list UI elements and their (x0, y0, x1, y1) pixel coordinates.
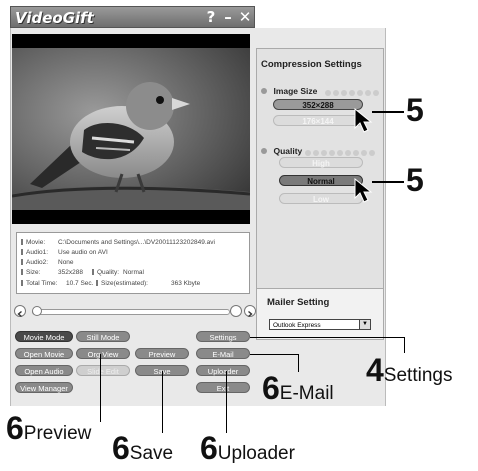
callout-line (250, 337, 404, 338)
callout-line (298, 354, 299, 372)
annotation-preview-number: 6 (6, 410, 24, 446)
mailer-setting-panel: Mailer Setting Outlook Express ▼ (256, 288, 384, 340)
annotation-save: 6Save (112, 432, 173, 464)
open-audio-button[interactable]: Open Audio (15, 365, 73, 376)
mailer-selected-value: Outlook Express (273, 322, 321, 329)
annotation-save-number: 6 (112, 430, 130, 466)
quality-value: Normal (123, 269, 144, 276)
quality-section-label: Quality (273, 146, 303, 156)
slide-edit-button[interactable]: Slide Edit (76, 365, 130, 376)
exit-button[interactable]: Exit (196, 382, 250, 393)
video-preview (11, 34, 251, 224)
total-time-label: Total Time: (26, 280, 58, 287)
size-label: Size: (26, 269, 41, 276)
section-bullet-icon (261, 148, 267, 154)
mailer-select[interactable]: Outlook Express ▼ (269, 319, 371, 330)
mailer-title: Mailer Setting (267, 297, 330, 308)
movie-path: C:\Documents and Settings\...\DV20011123… (58, 239, 215, 246)
callout-line (372, 111, 404, 113)
settings-button[interactable]: Settings (196, 331, 250, 342)
callout-line (404, 337, 405, 353)
uploader-button[interactable]: Uploader (196, 365, 250, 376)
left-arrow-icon (17, 310, 22, 318)
quality-option-low[interactable]: Low (279, 193, 363, 204)
size-estimated-label: Size(estimated): (101, 280, 148, 287)
callout-line (372, 181, 404, 183)
annotation-size-number: 5 (406, 92, 424, 128)
movie-label: Movie: (26, 239, 46, 246)
callout-line (226, 371, 227, 433)
audio1-value: Use audio on AVI (58, 249, 108, 256)
annotation-save-text: Save (129, 443, 174, 464)
callout-line (250, 354, 298, 355)
size-estimated-value: 363 Kbyte (171, 280, 201, 287)
bird-image (11, 48, 251, 210)
annotation-uploader-number: 6 (200, 430, 218, 466)
size-option-176[interactable]: 176×144 (273, 115, 363, 126)
annotation-uploader-text: Uploader (217, 443, 295, 464)
view-manager-button[interactable]: View Manager (15, 382, 73, 393)
compression-settings-panel: Compression Settings Image Size 352×288 … (256, 48, 384, 290)
rewind-button[interactable] (14, 305, 26, 318)
annotation-settings-text: Settings (383, 365, 453, 386)
movie-mode-button[interactable]: Movie Mode (15, 331, 73, 342)
playback-slider[interactable] (32, 309, 230, 315)
minimize-button[interactable]: – (220, 9, 236, 26)
annotation-settings-number: 4 (366, 352, 384, 388)
quality-label: Quality: (97, 269, 120, 276)
close-button[interactable]: ✕ (237, 9, 253, 26)
size-value: 352x288 (58, 269, 83, 276)
callout-line (162, 371, 163, 433)
size-option-352[interactable]: 352×288 (273, 99, 363, 110)
slider-thumb[interactable] (32, 306, 42, 316)
image-size-label: Image Size (273, 86, 318, 96)
file-info-panel: Movie: C:\Documents and Settings\...\DV20… (16, 232, 250, 294)
still-mode-button[interactable]: Still Mode (76, 331, 130, 342)
image-size-section: Image Size (261, 81, 317, 99)
annotation-preview: 6Preview (6, 412, 91, 444)
annotation-preview-text: Preview (23, 423, 92, 444)
annotation-email-text: E-Mail (279, 383, 334, 404)
audio2-label: Audio2: (26, 259, 49, 266)
help-button[interactable]: ? (203, 9, 219, 26)
callout-line (100, 354, 101, 422)
audio2-value: None (58, 259, 74, 266)
org-view-button[interactable]: Org View (76, 348, 130, 359)
audio1-label: Audio1: (26, 249, 49, 256)
dot-divider (305, 143, 377, 156)
section-bullet-icon (261, 88, 267, 94)
annotation-uploader: 6Uploader (200, 432, 295, 464)
open-movie-button[interactable]: Open Movie (15, 348, 73, 359)
email-button[interactable]: E-Mail (196, 348, 250, 359)
slider-end-marker[interactable] (230, 305, 242, 317)
compression-title: Compression Settings (261, 59, 362, 70)
title-bar[interactable]: VideoGift ? – ✕ (10, 6, 255, 28)
annotation-email: 6E-Mail (262, 372, 334, 404)
right-arrow-icon (248, 310, 253, 318)
dropdown-arrow-icon[interactable]: ▼ (359, 320, 370, 329)
annotation-quality-number: 5 (406, 162, 424, 198)
forward-button[interactable] (244, 305, 256, 318)
annotation-email-number: 6 (262, 370, 280, 406)
quality-option-normal[interactable]: Normal (279, 175, 363, 186)
dot-divider (325, 83, 381, 96)
quality-option-high[interactable]: High (279, 157, 363, 168)
total-time-value: 10.7 Sec. (66, 280, 94, 287)
app-title: VideoGift (15, 9, 94, 27)
annotation-settings: 4Settings (366, 354, 452, 386)
preview-button[interactable]: Preview (135, 348, 189, 359)
